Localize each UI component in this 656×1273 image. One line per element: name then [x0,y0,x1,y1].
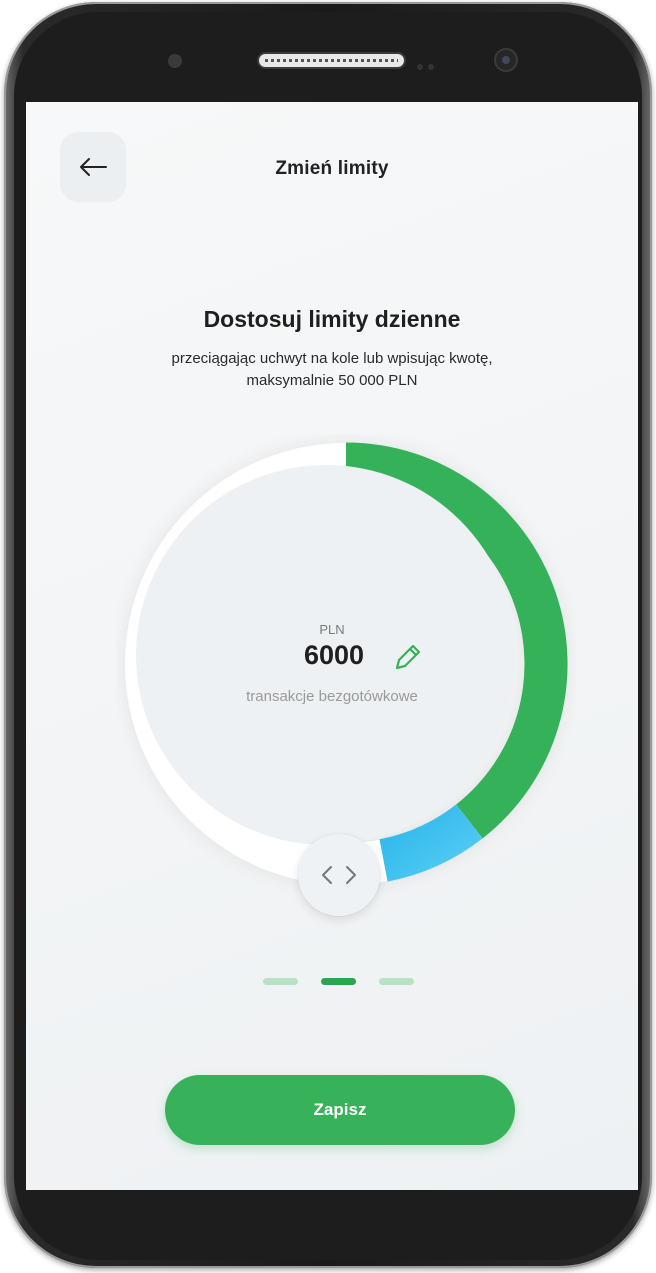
limit-value[interactable]: 6000 [304,640,364,671]
limit-currency: PLN [319,622,345,637]
front-camera [496,50,516,70]
earpiece-speaker [259,54,404,67]
limits-instructions-line-2: maksymalnie 50 000 PLN [246,372,418,389]
save-button[interactable]: Zapisz [165,1075,515,1145]
limits-heading: Dostosuj limity dzienne [203,306,461,332]
phone-frame: Zmień limity Dostosuj limity dzienne prz… [4,2,652,1268]
proximity-sensor [168,54,182,68]
app-screen: Zmień limity Dostosuj limity dzienne prz… [26,102,638,1190]
dial-handle[interactable] [298,834,380,916]
chevrons-left-right-icon [322,866,356,884]
page-dot-3[interactable] [379,978,414,985]
page-indicator [263,978,414,986]
page-dot-1[interactable] [263,978,298,985]
limit-caption: transakcje bezgotówkowe [246,688,418,705]
page-dot-2-active[interactable] [321,978,356,985]
page-title: Zmień limity [275,158,389,179]
sensor-dots [417,57,443,70]
pencil-icon[interactable] [391,640,425,674]
limits-instructions-line-1: przeciągając uchwyt na kole lub wpisując… [171,350,493,367]
